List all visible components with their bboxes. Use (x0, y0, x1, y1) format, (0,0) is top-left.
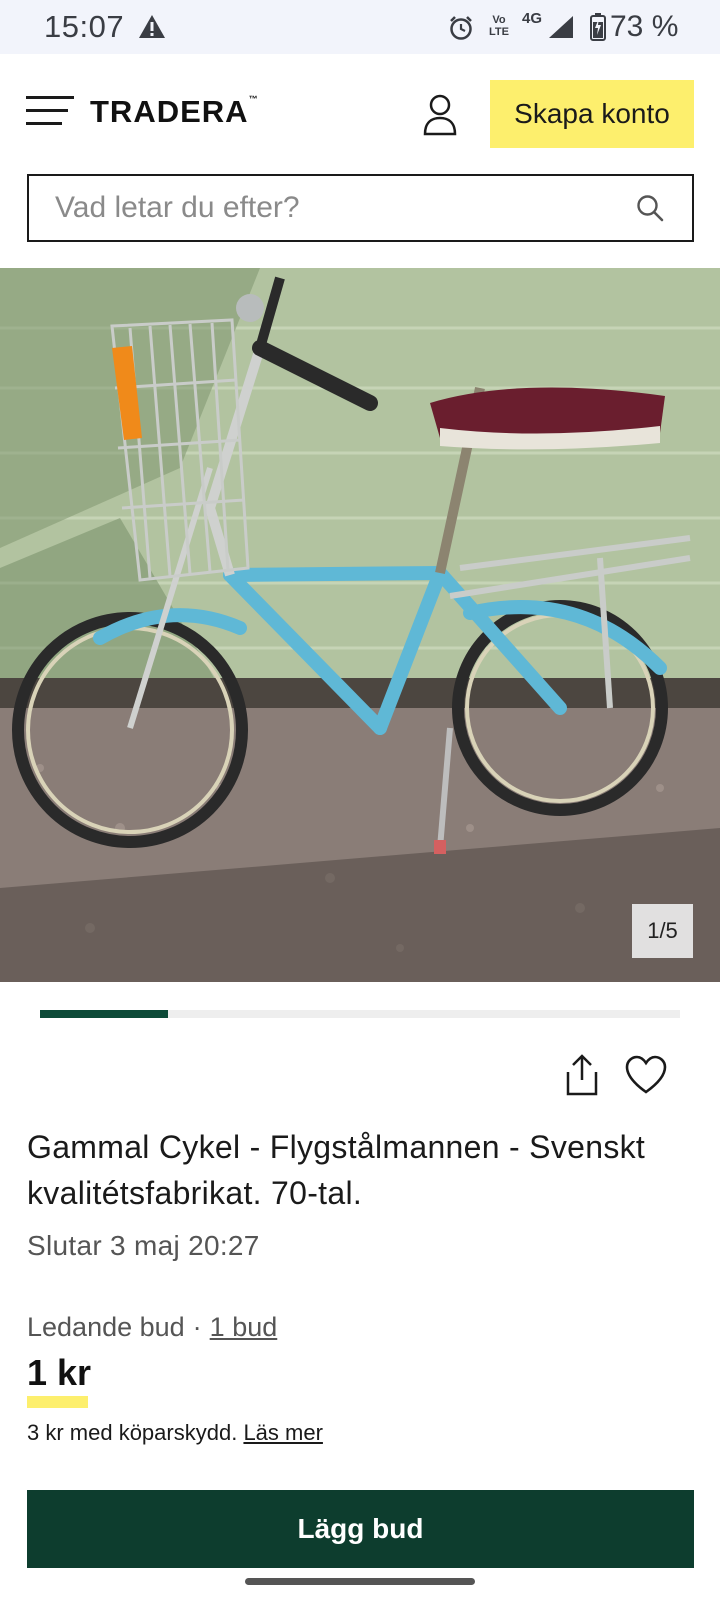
home-indicator[interactable] (245, 1578, 475, 1585)
menu-icon[interactable] (26, 96, 74, 128)
image-counter: 1/5 (632, 904, 693, 958)
signup-button[interactable]: Skapa konto (490, 80, 694, 148)
bid-count-link[interactable]: 1 bud (210, 1312, 278, 1342)
bid-separator: · (192, 1312, 202, 1342)
search-icon[interactable] (636, 194, 664, 227)
alarm-icon (448, 15, 474, 46)
signal-icon (548, 15, 574, 44)
protection-text: 3 kr med köparskydd. (27, 1420, 238, 1445)
place-bid-button[interactable]: Lägg bud (27, 1490, 694, 1568)
read-more-link[interactable]: Läs mer (243, 1420, 322, 1445)
status-time: 15:07 (44, 9, 125, 44)
volte-icon: Vo LTE (489, 14, 509, 38)
current-price: 1 kr (27, 1352, 92, 1393)
warning-icon (138, 14, 166, 44)
battery-icon (590, 13, 606, 46)
network-type: 4G (522, 10, 543, 27)
search-box (27, 174, 694, 242)
end-time: Slutar 3 maj 20:27 (27, 1230, 260, 1261)
share-icon[interactable] (562, 1054, 602, 1096)
heart-icon[interactable] (624, 1054, 668, 1096)
listing-title: Gammal Cykel - Flygstålmannen - Svenskt … (27, 1129, 646, 1211)
price-highlight (27, 1396, 88, 1408)
leading-bid-label: Ledande bud (27, 1312, 185, 1342)
logo-text: TRADERA (90, 94, 249, 129)
gallery-progress-fill (40, 1010, 168, 1018)
buyer-protection: 3 kr med köparskydd. Läs mer (27, 1420, 323, 1446)
bid-summary: Ledande bud · 1 bud (27, 1312, 277, 1343)
product-image[interactable] (0, 268, 720, 982)
logo[interactable]: TRADERA™ (90, 94, 259, 130)
search-input[interactable] (55, 188, 615, 228)
status-bar: 15:07 Vo LTE 4G 73 % (0, 0, 720, 54)
battery-percent: 73 % (610, 10, 679, 43)
site-header: TRADERA™ Skapa konto (0, 54, 720, 170)
user-icon[interactable] (420, 92, 460, 136)
